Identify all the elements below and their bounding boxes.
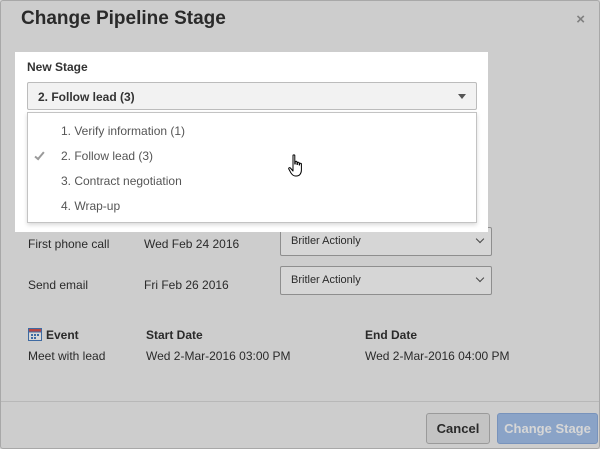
stage-dropdown-menu: 1. Verify information (1) 2. Follow lead…	[27, 112, 477, 223]
caret-down-icon	[458, 94, 466, 99]
stage-option-selected[interactable]: 2. Follow lead (3)	[28, 144, 476, 168]
stage-option[interactable]: 1. Verify information (1)	[28, 119, 476, 143]
stage-option-label: 2. Follow lead (3)	[61, 149, 154, 163]
stage-option-label: 3. Contract negotiation	[61, 174, 182, 188]
hand-cursor-icon	[288, 154, 302, 177]
stage-option-label: 4. Wrap-up	[61, 199, 121, 213]
stage-option[interactable]: 4. Wrap-up	[28, 194, 476, 218]
checkmark-icon	[34, 149, 45, 161]
new-stage-label: New Stage	[27, 60, 88, 74]
stage-select-value: 2. Follow lead (3)	[38, 90, 135, 104]
stage-select[interactable]: 2. Follow lead (3)	[27, 82, 477, 110]
stage-option-label: 1. Verify information (1)	[61, 124, 186, 138]
stage-option[interactable]: 3. Contract negotiation	[28, 169, 476, 193]
